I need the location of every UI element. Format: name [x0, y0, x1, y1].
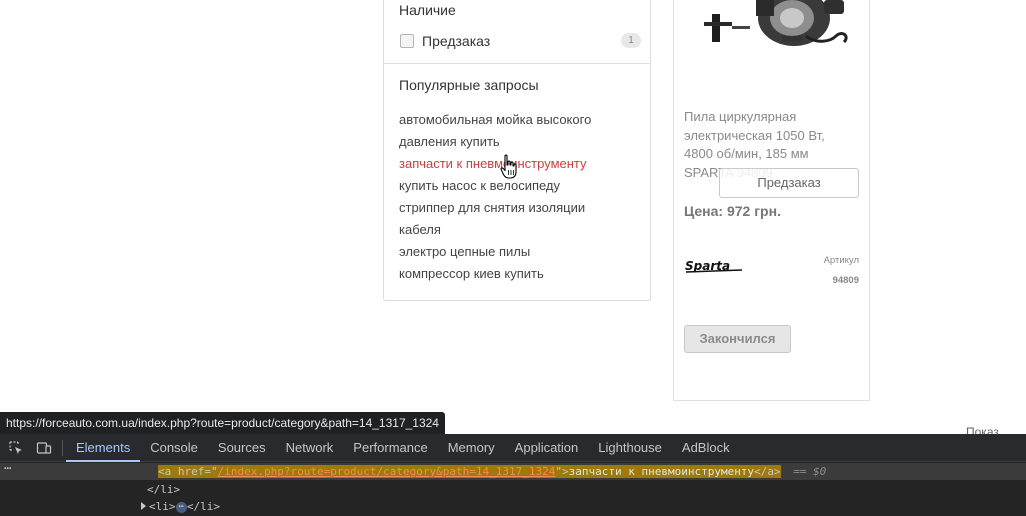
- preorder-checkbox[interactable]: [400, 34, 414, 48]
- filter-divider: [384, 63, 650, 64]
- tab-lighthouse[interactable]: Lighthouse: [588, 434, 672, 462]
- popular-query-link[interactable]: электро цепные пилы: [399, 241, 639, 263]
- tab-adblock[interactable]: AdBlock: [672, 434, 740, 462]
- popular-query-link[interactable]: стриппер для снятия изоляции: [399, 197, 639, 219]
- circular-saw-image[interactable]: [694, 0, 864, 96]
- popular-query-link[interactable]: компрессор киев купить: [399, 263, 639, 285]
- href-value[interactable]: /index.php?route=product/category&path=1…: [218, 465, 556, 478]
- dom-node-selected[interactable]: ⋯ <a href="/index.php?route=product/cate…: [0, 460, 1026, 480]
- devtools-toolbar: Elements Console Sources Network Perform…: [0, 434, 1026, 462]
- preorder-filter[interactable]: Предзаказ 1: [399, 33, 641, 51]
- popular-queries-list: автомобильная мойка высокого давления ку…: [399, 109, 639, 285]
- hand-pointer-icon: [500, 154, 517, 179]
- node-text: запчасти к пневмоинструменту: [568, 465, 755, 478]
- selected-node-marker: == $0: [793, 465, 827, 478]
- tab-elements[interactable]: Elements: [66, 434, 141, 462]
- device-toolbar-icon[interactable]: [36, 440, 52, 456]
- toolbar-separator: [62, 440, 63, 456]
- dom-node-collapsed[interactable]: <li> ⋯ </li>: [0, 498, 1026, 515]
- tab-performance[interactable]: Performance: [343, 434, 437, 462]
- tab-console[interactable]: Console: [140, 434, 208, 462]
- preorder-label[interactable]: Предзаказ: [422, 33, 490, 49]
- elements-tree: ⋯ <a href="/index.php?route=product/cate…: [0, 460, 1026, 516]
- popular-query-link[interactable]: купить насос к велосипеду: [399, 175, 639, 197]
- link-url-status-bar: https://forceauto.com.ua/index.php?route…: [0, 412, 445, 434]
- popular-query-link[interactable]: давления купить: [399, 131, 639, 153]
- li-close-tag: </li>: [186, 500, 221, 513]
- tag-open-close: ">: [555, 465, 569, 478]
- tab-sources[interactable]: Sources: [208, 434, 276, 462]
- sparta-brand-logo: Sparta: [685, 259, 743, 273]
- li-open-tag: <li>: [149, 500, 176, 513]
- popular-queries-title: Популярные запросы: [399, 77, 539, 93]
- popular-query-link[interactable]: кабеля: [399, 219, 639, 241]
- sold-out-button[interactable]: Закончился: [684, 325, 791, 353]
- li-close-tag: </li>: [147, 483, 181, 496]
- preorder-count-badge: 1: [621, 33, 641, 48]
- collapsed-content-icon[interactable]: ⋯: [175, 501, 187, 513]
- tab-network[interactable]: Network: [276, 434, 344, 462]
- tag-open: <a href=": [158, 465, 218, 478]
- availability-title: Наличие: [399, 2, 456, 18]
- inspect-element-icon[interactable]: [8, 440, 24, 456]
- preorder-button[interactable]: Предзаказ: [719, 168, 859, 198]
- filter-panel: Наличие Предзаказ 1 Популярные запросы а…: [383, 0, 651, 301]
- product-price: Цена: 972 грн.: [684, 203, 781, 219]
- expand-triangle-icon[interactable]: [141, 502, 146, 510]
- tab-memory[interactable]: Memory: [438, 434, 505, 462]
- tag-end: </a>: [754, 465, 781, 478]
- devtools-panel: Elements Console Sources Network Perform…: [0, 434, 1026, 516]
- sku-label: Артикул: [823, 255, 859, 266]
- product-card: Пила циркулярная электрическая 1050 Вт, …: [673, 0, 870, 401]
- more-actions-icon[interactable]: ⋯: [4, 460, 11, 477]
- devtools-tabs: Elements Console Sources Network Perform…: [66, 434, 740, 462]
- popular-query-link-hovered[interactable]: запчасти к пневмоинструменту: [399, 153, 639, 175]
- sku-value: 94809: [832, 275, 859, 286]
- dom-node[interactable]: </li>: [0, 481, 1026, 498]
- popular-query-link[interactable]: автомобильная мойка высокого: [399, 109, 639, 131]
- tab-application[interactable]: Application: [505, 434, 589, 462]
